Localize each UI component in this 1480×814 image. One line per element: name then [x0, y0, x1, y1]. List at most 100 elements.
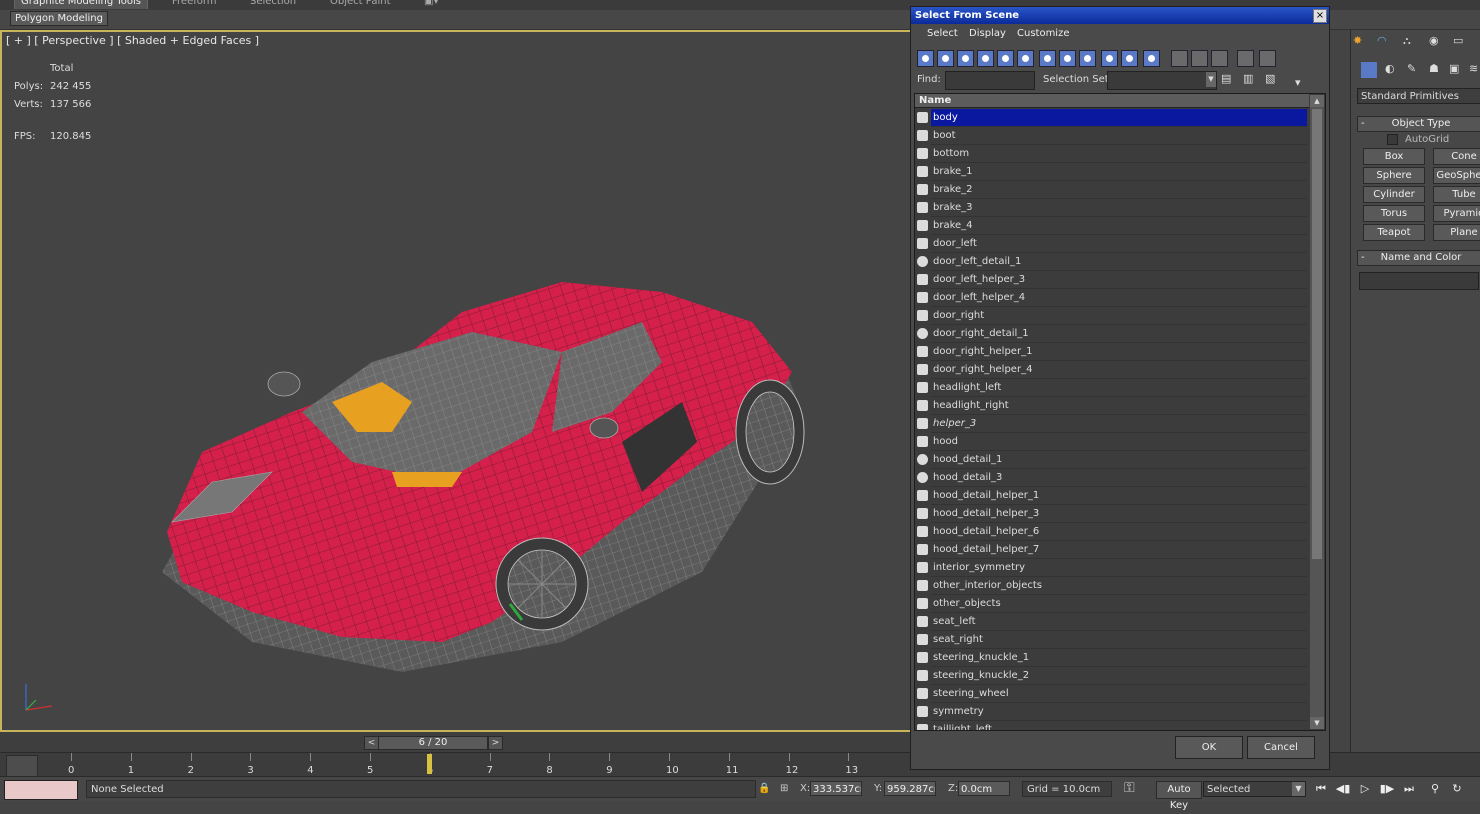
list-item[interactable]: door_left_detail_1 [915, 253, 1309, 271]
cylinder-button[interactable]: Cylinder [1363, 186, 1425, 203]
menu-select[interactable]: Select [927, 28, 958, 39]
select-none-icon[interactable] [1191, 50, 1208, 67]
frozen-filter-icon[interactable] [1121, 50, 1138, 67]
ok-button[interactable]: OK [1175, 736, 1243, 759]
list-item[interactable]: brake_1 [915, 163, 1309, 181]
invert-selection-icon[interactable] [1211, 50, 1228, 67]
list-item[interactable]: brake_3 [915, 199, 1309, 217]
toolbar-overflow-icon[interactable]: ▾ [1295, 76, 1310, 91]
list-item[interactable]: symmetry [915, 703, 1309, 721]
cone-button[interactable]: Cone [1433, 148, 1480, 165]
motion-tab-icon[interactable]: ◉ [1429, 34, 1447, 51]
zoom-icon[interactable]: ⚲ [1426, 781, 1444, 797]
selection-set-dropdown[interactable]: ▼ [1107, 71, 1217, 90]
list-item[interactable]: door_right [915, 307, 1309, 325]
maxscript-listener[interactable] [4, 780, 78, 800]
list-item[interactable]: brake_4 [915, 217, 1309, 235]
menu-display[interactable]: Display [969, 28, 1006, 39]
tube-button[interactable]: Tube [1433, 186, 1480, 203]
perspective-viewport[interactable]: [ + ] [ Perspective ] [ Shaded + Edged F… [0, 30, 912, 732]
display-tab-icon[interactable]: ▭ [1453, 34, 1471, 51]
object-name-field[interactable] [1359, 272, 1479, 290]
xrefs-filter-icon[interactable] [1059, 50, 1076, 67]
next-key-icon[interactable]: ▮▶ [1378, 781, 1396, 797]
vertical-scrollbar[interactable]: ▲ ▼ [1310, 95, 1324, 729]
list-item[interactable]: seat_left [915, 613, 1309, 631]
frame-indicator[interactable]: 6 / 20 [378, 736, 488, 750]
lock-icon[interactable]: 🔒 [758, 783, 770, 794]
polygon-modeling-button[interactable]: Polygon Modeling [10, 11, 108, 26]
bones-filter-icon[interactable] [1079, 50, 1096, 67]
sphere-button[interactable]: Sphere [1363, 167, 1425, 184]
x-coordinate-field[interactable]: 333.537cm [810, 781, 862, 796]
plane-button[interactable]: Plane [1433, 224, 1480, 241]
list-item[interactable]: hood_detail_helper_6 [915, 523, 1309, 541]
create-selection-set-icon[interactable]: ▤ [1221, 72, 1236, 87]
play-icon[interactable]: ▷ [1356, 781, 1374, 797]
spacewarps-icon[interactable]: ≋ [1469, 62, 1480, 79]
list-item[interactable]: boot [915, 127, 1309, 145]
object-type-rollout[interactable]: - Object Type [1357, 116, 1480, 132]
cameras-icon[interactable]: ☗ [1429, 62, 1447, 79]
find-input[interactable] [945, 71, 1035, 90]
ribbon-options-icon[interactable]: ▣▾ [418, 0, 444, 9]
filter-options-icon[interactable] [1259, 50, 1276, 67]
teapot-button[interactable]: Teapot [1363, 224, 1425, 241]
helpers-icon[interactable]: ▣ [1449, 62, 1467, 79]
list-item[interactable]: door_left [915, 235, 1309, 253]
list-item[interactable]: hood [915, 433, 1309, 451]
auto-key-button[interactable]: Auto Key [1156, 781, 1202, 811]
tab-freeform[interactable]: Freeform [166, 0, 223, 9]
geosphere-button[interactable]: GeoSphere [1433, 167, 1480, 184]
list-item[interactable]: door_left_helper_4 [915, 289, 1309, 307]
list-item[interactable]: helper_3 [915, 415, 1309, 433]
groups-filter-icon[interactable] [1039, 50, 1056, 67]
list-item[interactable]: headlight_right [915, 397, 1309, 415]
y-coordinate-field[interactable]: 959.287cm [884, 781, 936, 796]
list-item[interactable]: steering_knuckle_2 [915, 667, 1309, 685]
list-item[interactable]: hood_detail_1 [915, 451, 1309, 469]
menu-customize[interactable]: Customize [1017, 28, 1070, 39]
torus-button[interactable]: Torus [1363, 205, 1425, 222]
list-item[interactable]: interior_symmetry [915, 559, 1309, 577]
cancel-button[interactable]: Cancel [1247, 736, 1315, 759]
tab-object-paint[interactable]: Object Paint [324, 0, 397, 9]
previous-frame-button[interactable]: < [364, 736, 379, 750]
list-item[interactable]: brake_2 [915, 181, 1309, 199]
list-item[interactable]: door_right_helper_4 [915, 361, 1309, 379]
list-item[interactable]: hood_detail_helper_7 [915, 541, 1309, 559]
time-slider[interactable]: < 6 / 20 > [0, 732, 912, 752]
list-item[interactable]: door_right_detail_1 [915, 325, 1309, 343]
go-to-start-icon[interactable]: ⏮ [1312, 781, 1330, 797]
chevron-down-icon[interactable]: ▼ [1206, 72, 1216, 87]
list-item[interactable]: hood_detail_helper_3 [915, 505, 1309, 523]
list-item[interactable]: headlight_left [915, 379, 1309, 397]
tab-selection[interactable]: Selection [244, 0, 302, 9]
list-item[interactable]: other_interior_objects [915, 577, 1309, 595]
list-item[interactable]: bottom [915, 145, 1309, 163]
z-coordinate-field[interactable]: 0.0cm [958, 781, 1010, 796]
modify-tab-icon[interactable]: ◠ [1377, 34, 1395, 51]
close-button[interactable]: × [1313, 9, 1327, 23]
column-header-name[interactable]: Name [915, 94, 1309, 108]
list-item[interactable]: door_left_helper_3 [915, 271, 1309, 289]
select-all-icon[interactable] [1171, 50, 1188, 67]
filter-icon[interactable] [1237, 50, 1254, 67]
helpers-filter-icon[interactable] [997, 50, 1014, 67]
geometry-filter-icon[interactable] [917, 50, 934, 67]
tab-graphite-modeling-tools[interactable]: Graphite Modeling Tools [14, 0, 149, 9]
key-icon[interactable]: ⚿ [1124, 780, 1135, 796]
scrollbar-thumb[interactable] [1312, 109, 1322, 559]
list-item[interactable]: hood_detail_helper_1 [915, 487, 1309, 505]
scene-object-list[interactable]: Name body boot bottom brake_1 brake_2 brake_3… [914, 93, 1326, 731]
hierarchy-tab-icon[interactable]: ⛬ [1403, 34, 1421, 51]
list-item[interactable]: door_right_helper_1 [915, 343, 1309, 361]
previous-key-icon[interactable]: ◀▮ [1334, 781, 1352, 797]
add-to-selection-set-icon[interactable]: ▥ [1243, 72, 1258, 87]
key-mode-dropdown[interactable]: Selected ▼ [1203, 781, 1306, 797]
list-item[interactable]: other_objects [915, 595, 1309, 613]
scroll-down-icon[interactable]: ▼ [1310, 717, 1324, 729]
list-item[interactable]: taillight_left [915, 721, 1309, 730]
viewport-label[interactable]: [ + ] [ Perspective ] [ Shaded + Edged F… [6, 34, 259, 47]
absolute-mode-icon[interactable]: ⊞ [780, 783, 788, 794]
